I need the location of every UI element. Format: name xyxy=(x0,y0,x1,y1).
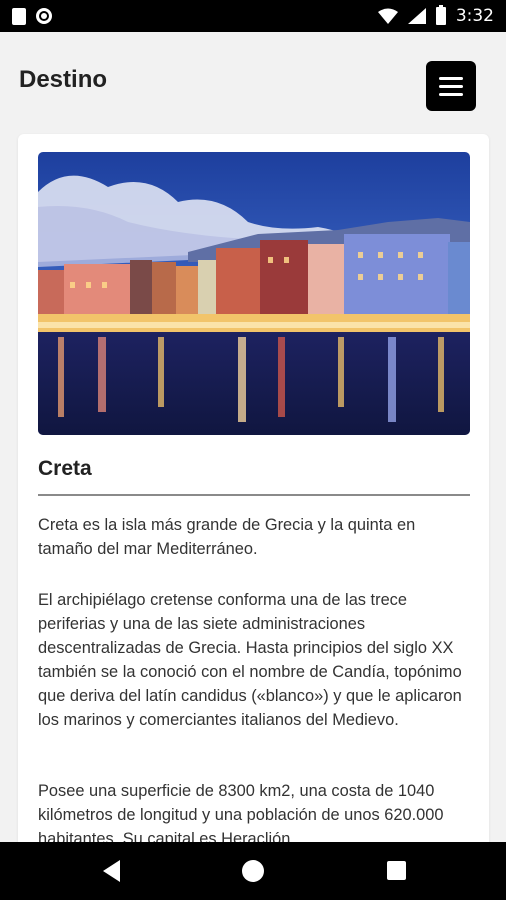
description-paragraph-3: Posee una superficie de 8300 km2, una co… xyxy=(38,782,444,848)
description-paragraph-2: El archipiélago cretense conforma una de… xyxy=(38,591,462,729)
sd-card-icon xyxy=(12,7,26,25)
battery-icon xyxy=(435,5,446,25)
destination-card: Creta Creta es la isla más grande de Gre… xyxy=(18,134,489,874)
circle-icon xyxy=(36,8,52,24)
page-title: Destino xyxy=(19,66,108,93)
hamburger-menu-icon xyxy=(439,76,463,80)
signal-icon xyxy=(407,8,426,24)
destination-title: Creta xyxy=(38,457,92,480)
status-bar: 3:32 xyxy=(0,0,506,32)
divider xyxy=(38,494,470,496)
menu-button[interactable] xyxy=(426,61,476,111)
status-time: 3:32 xyxy=(455,6,494,26)
navigation-bar xyxy=(0,842,506,900)
home-icon[interactable] xyxy=(242,860,264,882)
description-paragraph-1: Creta es la isla más grande de Grecia y … xyxy=(38,516,416,558)
wifi-icon xyxy=(377,8,398,24)
back-icon[interactable] xyxy=(103,860,120,882)
recents-icon[interactable] xyxy=(387,861,406,880)
harbor-photo xyxy=(38,152,470,435)
